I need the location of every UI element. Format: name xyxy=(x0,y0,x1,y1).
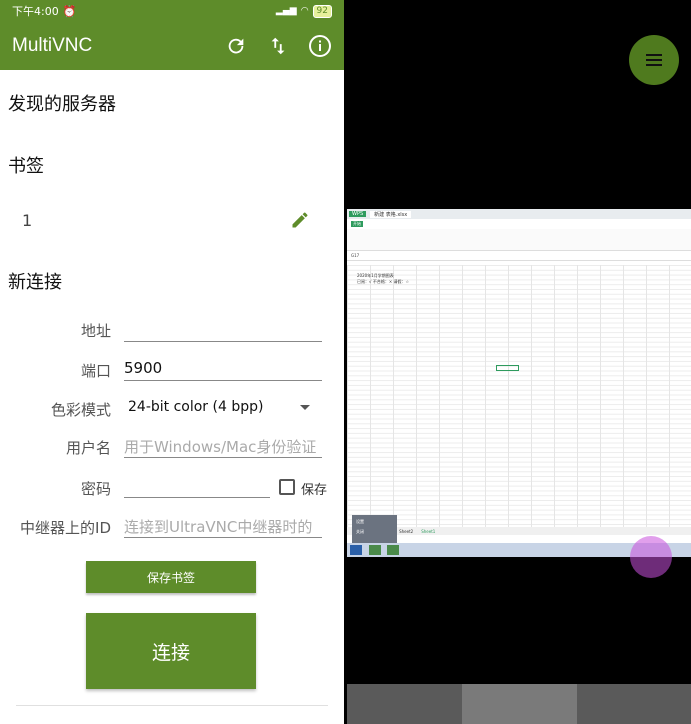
color-mode-value: 24-bit color (4 bpp) xyxy=(128,399,264,415)
port-input[interactable]: 5900 xyxy=(124,359,322,381)
username-label: 用户名 xyxy=(65,439,111,457)
vnc-viewer[interactable]: WPS 新建 表格.xlsx 开始 G17 2020年1月学期图表 已阅：√ 不… xyxy=(347,0,691,724)
save-password-checkbox[interactable] xyxy=(279,479,295,495)
refresh-icon[interactable] xyxy=(224,34,248,58)
address-label: 地址 xyxy=(80,322,111,340)
alarm-icon: ⏰ xyxy=(62,4,77,18)
remote-cell-ref: G17 xyxy=(351,253,360,258)
bookmark-item[interactable]: 1 xyxy=(0,208,344,236)
dropdown-caret-icon xyxy=(300,405,310,410)
menu-icon xyxy=(646,54,662,66)
remote-sheet-tab: Sheet1 xyxy=(421,528,436,534)
color-mode-select[interactable]: 24-bit color (4 bpp) xyxy=(124,399,322,419)
status-time: 下午4:00 xyxy=(12,5,59,18)
remote-cell-a2: 已阅：√ 不合格：× 请假：☆ xyxy=(357,279,410,284)
port-label: 端口 xyxy=(80,362,111,380)
remote-spreadsheet-grid xyxy=(347,265,691,527)
color-mode-label: 色彩模式 xyxy=(50,401,111,419)
wifi-icon: ◠ xyxy=(300,6,309,16)
signal-icon: ▂▄▆ xyxy=(275,6,297,16)
app-bar: MultiVNC xyxy=(0,22,344,70)
remote-app-logo: WPS xyxy=(349,211,367,217)
multivnc-app: 下午4:00 ⏰ ▂▄▆ ◠ 92 MultiVNC 发现的服务器 书签 1 新… xyxy=(0,0,344,724)
remote-taskbar-app-icon xyxy=(369,545,381,555)
connect-button[interactable]: 连接 xyxy=(86,613,256,689)
app-title: MultiVNC xyxy=(12,35,93,56)
remote-popup-item: 设置 xyxy=(356,519,364,524)
remote-ribbon xyxy=(347,229,691,251)
save-password-label: 保存 xyxy=(301,483,328,498)
discovered-servers-heading: 发现的服务器 xyxy=(8,94,116,115)
vnc-bottom-bar-middle xyxy=(462,684,577,724)
new-connection-heading: 新连接 xyxy=(8,272,62,293)
remote-popup-item: 关闭 xyxy=(356,529,364,534)
remote-selected-cell xyxy=(496,365,519,371)
remote-menu-bar: 开始 xyxy=(347,219,691,229)
password-label: 密码 xyxy=(80,480,111,498)
repeater-id-input[interactable]: 连接到UltraVNC中继器时的 xyxy=(124,516,322,538)
system-nav-bar xyxy=(16,705,328,724)
remote-desktop-frame[interactable]: WPS 新建 表格.xlsx 开始 G17 2020年1月学期图表 已阅：√ 不… xyxy=(347,209,691,557)
password-input[interactable] xyxy=(124,476,270,498)
remote-context-popup: 设置 关闭 xyxy=(352,515,397,543)
battery-indicator: 92 xyxy=(312,4,332,18)
menu-fab[interactable] xyxy=(629,35,679,85)
remote-taskbar-app-icon xyxy=(387,545,399,555)
bookmark-name: 1 xyxy=(22,211,33,230)
remote-tab-bar: WPS 新建 表格.xlsx xyxy=(347,209,691,219)
remote-sheet-tabs: Sheet3 Sheet2 Sheet1 xyxy=(347,527,691,535)
remote-ribbon-tab: 开始 xyxy=(351,221,363,227)
bookmarks-heading: 书签 xyxy=(8,156,44,177)
status-bar: 下午4:00 ⏰ ▂▄▆ ◠ 92 xyxy=(0,0,344,22)
touch-pointer-indicator xyxy=(630,536,672,578)
remote-tab: 新建 表格.xlsx xyxy=(370,210,412,218)
repeater-id-label: 中继器上的ID xyxy=(20,519,111,537)
save-bookmark-button[interactable]: 保存书签 xyxy=(86,561,256,593)
edit-icon[interactable] xyxy=(290,210,310,230)
address-input[interactable] xyxy=(124,320,322,342)
username-input[interactable]: 用于Windows/Mac身份验证 xyxy=(124,436,322,458)
remote-formula-bar: G17 xyxy=(347,251,691,261)
import-export-icon[interactable] xyxy=(266,34,290,58)
info-icon[interactable] xyxy=(308,34,332,58)
remote-sheet-tab: Sheet2 xyxy=(399,528,414,534)
vnc-bottom-bar xyxy=(347,684,691,724)
remote-start-icon xyxy=(350,545,362,555)
